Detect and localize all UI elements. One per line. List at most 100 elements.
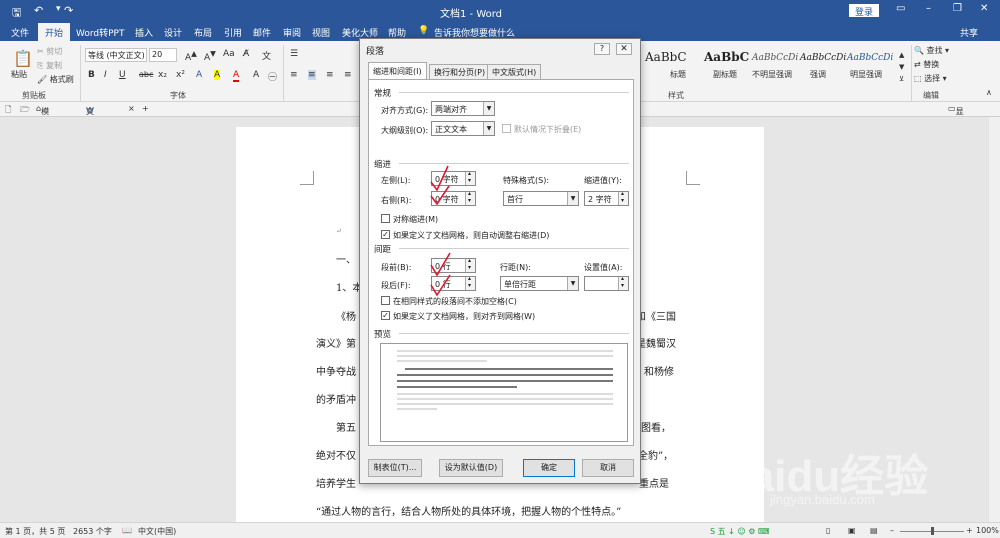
tab-file[interactable]: 文件 <box>11 26 29 39</box>
strikethrough-button[interactable]: abc <box>139 70 153 79</box>
tab-asian-typography[interactable]: 中文版式(H) <box>487 64 542 79</box>
tab-layout[interactable]: 布局 <box>194 26 212 39</box>
dialog-close-icon[interactable]: ✕ <box>616 43 632 55</box>
style-sample-emphasis[interactable]: AaBbCcDi <box>800 53 846 63</box>
grow-font-icon[interactable]: A▲ <box>185 49 197 63</box>
bullets-icon[interactable]: ☰ <box>290 49 298 59</box>
mirror-indents-checkbox[interactable] <box>381 214 390 223</box>
tabs-button[interactable]: 制表位(T)... <box>368 459 422 477</box>
alignment-select[interactable]: 两端对齐 ▼ <box>431 101 495 116</box>
text-effects-button[interactable]: A <box>196 70 202 80</box>
ribbon-display-icon[interactable]: ▭ <box>896 3 905 14</box>
outline-level-select[interactable]: 正文文本 ▼ <box>431 121 495 136</box>
no-space-same-style-checkbox[interactable] <box>381 296 390 305</box>
close-tab-icon[interactable]: × <box>128 104 135 113</box>
style-sample-intense-emphasis[interactable]: AaBbCcDi <box>847 53 893 63</box>
cut-button[interactable]: ✂ 剪切 <box>37 46 62 57</box>
clear-format-icon[interactable]: A̸ <box>243 49 249 59</box>
template-zone-tab[interactable]: ⌂ 模板专区 <box>36 104 49 149</box>
web-layout-icon[interactable]: ▤ <box>870 526 878 535</box>
auto-adjust-checkbox[interactable]: ✓ <box>381 230 390 239</box>
tab-line-page-breaks[interactable]: 换行和分页(P) <box>429 64 491 79</box>
zoom-in-icon[interactable]: + <box>966 526 973 535</box>
phonetic-icon[interactable]: 文 <box>262 49 271 62</box>
spinner-arrows-icon[interactable] <box>465 190 475 205</box>
font-size-combo[interactable]: 20 <box>149 48 177 62</box>
copy-button[interactable]: ⎘ 复制 <box>37 60 62 71</box>
cancel-button[interactable]: 取消 <box>582 459 634 477</box>
tab-review[interactable]: 审阅 <box>283 26 301 39</box>
left-indent-spinner[interactable]: 0 字符 <box>431 170 476 186</box>
minimize-icon[interactable]: – <box>926 3 931 14</box>
font-name-combo[interactable]: 等线 (中文正文) <box>85 48 147 62</box>
spinner-arrows-icon[interactable] <box>618 275 628 290</box>
find-button[interactable]: 🔍 查找 ▾ <box>914 45 949 56</box>
line-spacing-select[interactable]: 单倍行距 ▼ <box>500 276 579 291</box>
collapse-ribbon-icon[interactable]: ∧ <box>986 88 992 97</box>
language-status[interactable]: 中文(中国) <box>138 526 176 537</box>
spacing-at-spinner[interactable] <box>584 275 629 291</box>
save-icon[interactable]: 🖫 <box>12 4 21 23</box>
spinner-arrows-icon[interactable] <box>618 190 628 205</box>
vertical-scrollbar[interactable] <box>989 117 1000 522</box>
redo-icon[interactable]: ↷ <box>64 4 73 17</box>
new-doc-icon[interactable]: 🗋 <box>5 104 11 118</box>
special-indent-select[interactable]: 首行 ▼ <box>503 191 579 206</box>
bold-button[interactable]: B <box>88 70 95 80</box>
page-count[interactable]: 第 1 页，共 5 页 <box>5 526 65 537</box>
maximize-icon[interactable]: ❐ <box>953 3 962 14</box>
print-layout-icon[interactable]: ▣ <box>848 526 856 535</box>
highlight-button[interactable]: A <box>214 70 221 80</box>
space-after-spinner[interactable]: 0 行 <box>431 275 476 291</box>
customize-icon[interactable]: ▾ <box>56 4 61 14</box>
zoom-slider-thumb[interactable] <box>931 527 934 535</box>
styles-scroll-down-icon[interactable]: ▼ <box>899 63 904 71</box>
input-method-icon[interactable]: S 五 ↓ ☺ ⚙ ⌨ <box>710 526 770 537</box>
paste-icon[interactable]: 📋 <box>13 49 33 68</box>
select-button[interactable]: ⬚ 选择 ▾ <box>914 73 947 84</box>
show-multi-window-button[interactable]: ▭ 显示多窗口 <box>948 104 964 160</box>
shrink-font-icon[interactable]: A▼ <box>204 49 216 63</box>
ok-button[interactable]: 确定 <box>523 459 575 477</box>
align-left-icon[interactable]: ≡ <box>290 70 298 80</box>
tab-insert[interactable]: 插入 <box>135 26 153 39</box>
set-default-button[interactable]: 设为默认值(D) <box>439 459 503 477</box>
space-before-spinner[interactable]: 0 行 <box>431 257 476 273</box>
superscript-button[interactable]: x² <box>176 70 185 80</box>
tab-mailings[interactable]: 邮件 <box>253 26 271 39</box>
replace-button[interactable]: ⇄ 替换 <box>914 59 939 70</box>
collapse-checkbox[interactable] <box>502 124 511 133</box>
close-icon[interactable]: ✕ <box>980 3 988 14</box>
tab-word-to-ppt[interactable]: Word转PPT <box>76 26 125 39</box>
justify-icon[interactable]: ≡ <box>344 70 352 80</box>
word-count[interactable]: 2653 个字 <box>73 526 112 537</box>
italic-button[interactable]: I <box>104 70 107 80</box>
proofing-icon[interactable]: 📖 <box>122 526 132 535</box>
help-icon[interactable]: ? <box>594 43 610 55</box>
login-button[interactable]: 登录 <box>849 4 880 18</box>
tab-home[interactable]: 开始 <box>38 23 71 41</box>
snap-to-grid-checkbox[interactable]: ✓ <box>381 311 390 320</box>
style-sample-subtitle[interactable]: AaBbC <box>704 50 749 64</box>
underline-button[interactable]: U <box>119 70 126 80</box>
align-center-icon[interactable]: ≡ <box>308 70 316 80</box>
share-button[interactable]: 共享 <box>960 26 978 39</box>
tab-design[interactable]: 设计 <box>164 26 182 39</box>
tab-indents-spacing[interactable]: 缩进和间距(I) <box>368 62 427 79</box>
style-sample-title[interactable]: AaBbC <box>645 50 687 64</box>
styles-more-icon[interactable]: ⊻ <box>899 75 904 83</box>
char-shading-icon[interactable]: A <box>253 70 259 80</box>
styles-scroll-up-icon[interactable]: ▲ <box>899 51 904 59</box>
open-folder-icon[interactable]: 🗁 <box>20 104 30 118</box>
font-color-button[interactable]: A <box>233 70 240 82</box>
enclose-char-icon[interactable]: ㊀ <box>268 70 277 83</box>
subscript-button[interactable]: x₂ <box>158 70 167 80</box>
tab-view[interactable]: 视图 <box>312 26 330 39</box>
spinner-arrows-icon[interactable] <box>465 275 475 290</box>
indent-by-spinner[interactable]: 2 字符 <box>584 190 629 206</box>
right-indent-spinner[interactable]: 0 字符 <box>431 190 476 206</box>
tab-references[interactable]: 引用 <box>224 26 242 39</box>
spinner-arrows-icon[interactable] <box>465 170 475 185</box>
align-right-icon[interactable]: ≡ <box>326 70 334 80</box>
format-painter-button[interactable]: 🖌 格式刷 <box>37 74 74 85</box>
